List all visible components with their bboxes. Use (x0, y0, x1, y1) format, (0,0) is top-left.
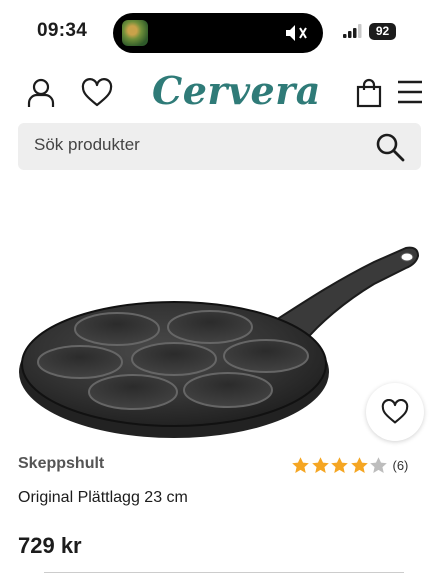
cellular-signal-icon (343, 24, 362, 38)
site-header: Cervera (0, 68, 439, 120)
favorites-icon[interactable] (81, 78, 113, 108)
cervera-logo[interactable]: Cervera (152, 68, 321, 113)
cart-icon[interactable] (356, 78, 382, 108)
search-input[interactable] (34, 135, 364, 155)
product-price: 729 kr (18, 533, 82, 558)
search-bar (18, 123, 421, 170)
product-image[interactable] (14, 232, 424, 442)
audio-waveform-icon (286, 25, 307, 41)
star-empty-icon (370, 456, 387, 473)
star-filled-icon (331, 456, 348, 473)
divider (44, 572, 404, 573)
now-playing-thumbnail (122, 20, 148, 46)
star-filled-icon (292, 456, 309, 473)
heart-icon (381, 399, 409, 424)
battery-indicator: 92 (369, 23, 396, 40)
rating-count: (6) (392, 457, 409, 473)
search-icon[interactable] (375, 132, 405, 162)
account-icon[interactable] (27, 78, 55, 108)
product-title[interactable]: Original Plättlagg 23 cm (18, 489, 188, 507)
product-brand[interactable]: Skeppshult (18, 455, 104, 473)
add-to-favorites-button[interactable] (366, 383, 424, 441)
status-time: 09:34 (37, 20, 88, 41)
status-bar: 09:34 92 (0, 0, 439, 62)
dynamic-island (113, 13, 323, 53)
star-filled-icon (350, 456, 368, 473)
star-filled-icon (311, 456, 329, 473)
product-rating[interactable]: (6) (291, 454, 408, 476)
menu-icon[interactable] (397, 78, 423, 106)
